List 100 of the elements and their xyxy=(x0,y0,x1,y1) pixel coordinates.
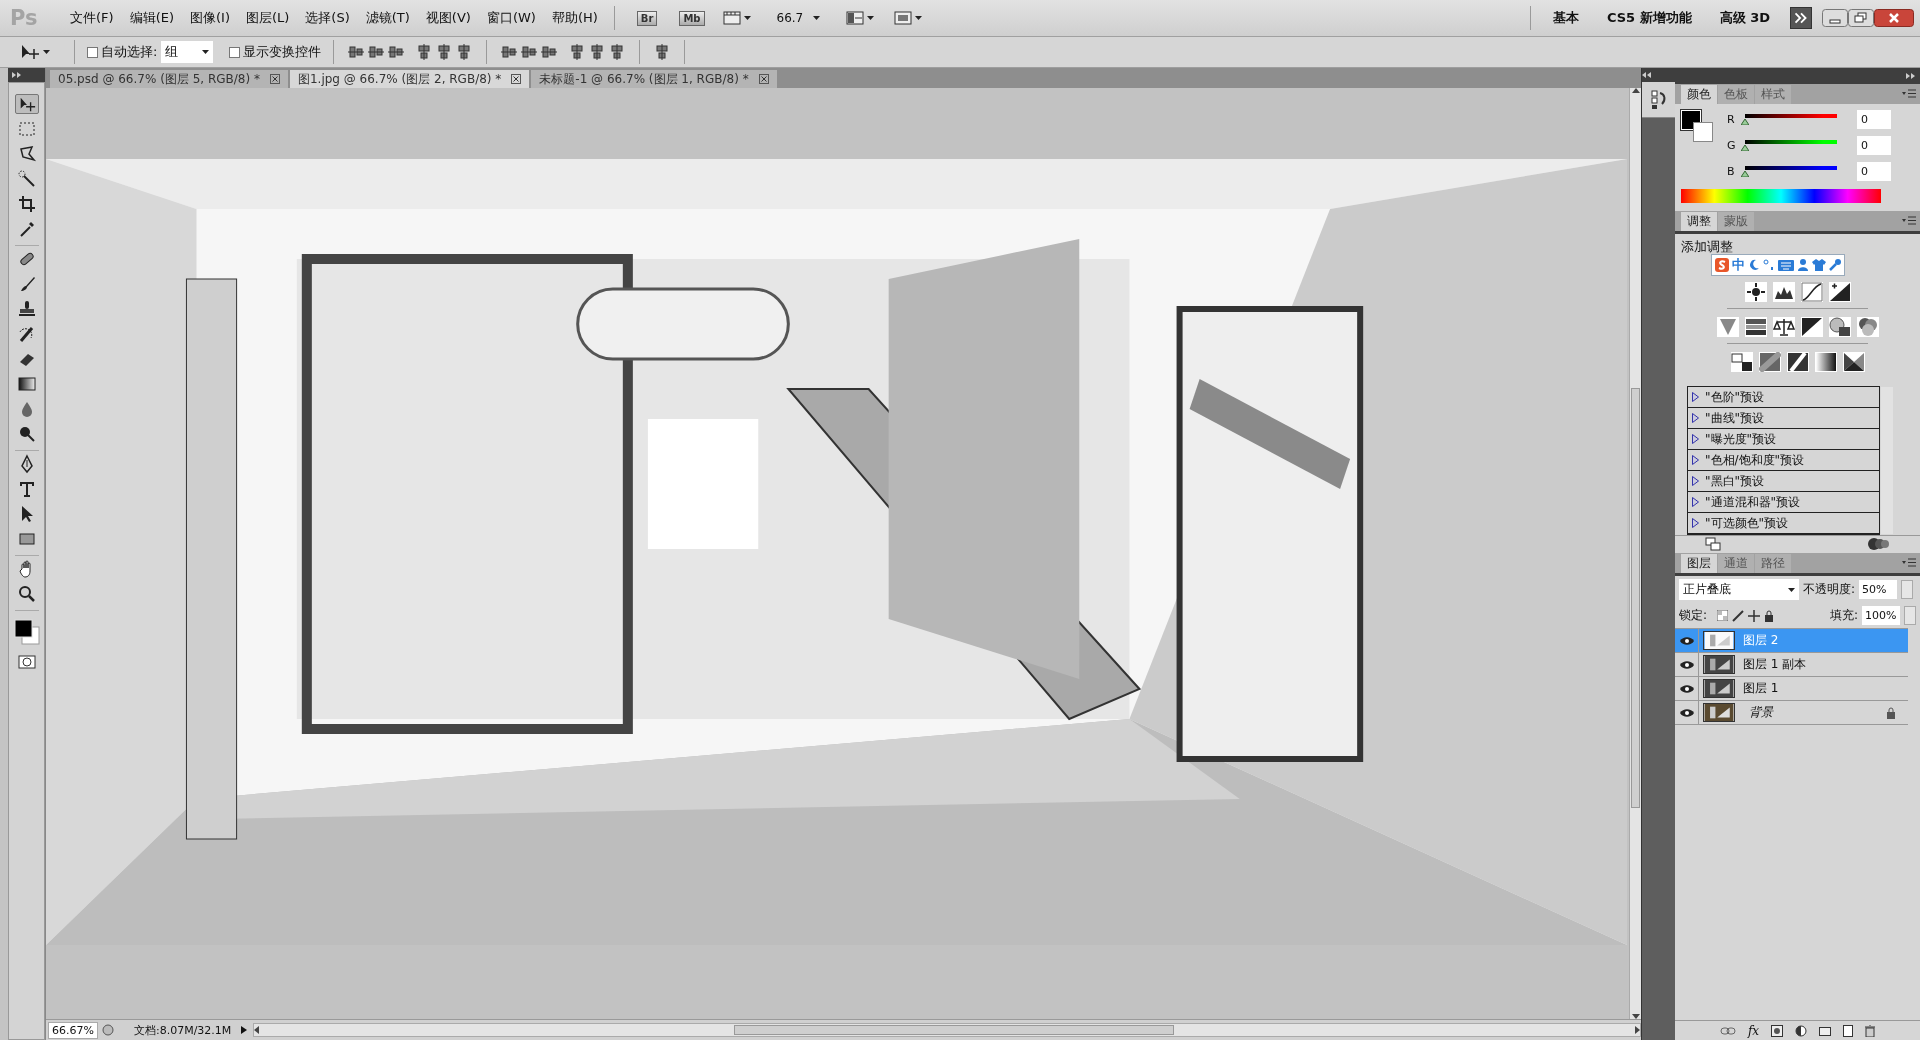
histogram-icon[interactable] xyxy=(1772,282,1795,302)
posterize-icon[interactable] xyxy=(1758,352,1781,372)
expand-triangle-icon[interactable] xyxy=(1692,476,1699,486)
person-icon[interactable] xyxy=(1797,259,1809,271)
panel-tab[interactable]: 调整 xyxy=(1681,212,1717,231)
minimize-icon[interactable] xyxy=(1822,9,1848,27)
menu-item[interactable]: 窗口(W) xyxy=(478,9,544,27)
panel-tab[interactable]: 路径 xyxy=(1755,554,1791,573)
restore-icon[interactable] xyxy=(1848,9,1874,27)
align-icon[interactable] xyxy=(521,44,538,60)
expand-icon[interactable] xyxy=(1906,73,1916,79)
layer-row[interactable]: 背景 xyxy=(1675,701,1908,725)
zoom-field[interactable]: 66.67% xyxy=(48,1021,98,1039)
align-icon[interactable] xyxy=(368,44,385,60)
expand-triangle-icon[interactable] xyxy=(1692,518,1699,528)
link-icon[interactable] xyxy=(1719,1026,1736,1035)
panel-menu-icon[interactable] xyxy=(1902,89,1916,98)
wrench-icon[interactable] xyxy=(1829,259,1841,271)
menu-item[interactable]: 视图(V) xyxy=(417,9,479,27)
document-tab[interactable]: 图1.jpg @ 66.7% (图层 2, RGB/8) * xyxy=(289,70,530,88)
scrollbar[interactable] xyxy=(1881,387,1893,534)
close-icon[interactable] xyxy=(269,74,280,84)
eye-icon[interactable] xyxy=(1679,659,1694,670)
align-icon[interactable] xyxy=(589,44,606,60)
caret-icon[interactable] xyxy=(813,16,821,20)
triangle-icon[interactable] xyxy=(1716,317,1739,337)
s-logo-icon[interactable] xyxy=(1715,258,1729,272)
value-field[interactable]: 0 xyxy=(1857,162,1891,181)
eye-icon[interactable] xyxy=(1679,635,1694,646)
panel-tab[interactable]: 颜色 xyxy=(1681,85,1717,104)
preset-item[interactable]: "曲线"预设 xyxy=(1705,409,1765,427)
mini-bridge-button[interactable]: Mb xyxy=(679,10,705,26)
quick-mask-icon[interactable] xyxy=(17,655,36,669)
vertical-scrollbar[interactable] xyxy=(1629,88,1641,1019)
fill-field[interactable]: 100% xyxy=(1862,606,1900,625)
menu-item[interactable]: 图像(I) xyxy=(182,9,238,27)
visibility-circles-icon[interactable] xyxy=(1868,536,1890,551)
panel-menu-icon[interactable] xyxy=(1902,558,1916,567)
trash-icon[interactable] xyxy=(1865,1024,1876,1037)
align-icon[interactable] xyxy=(388,44,405,60)
balance-scale-icon[interactable] xyxy=(1772,317,1795,337)
menu-item[interactable]: 文件(F) xyxy=(62,9,122,27)
exposure-icon[interactable] xyxy=(1828,282,1851,302)
document-tab[interactable]: 未标题-1 @ 66.7% (图层 1, RGB/8) * xyxy=(531,70,777,88)
checkerboard-icon[interactable] xyxy=(1717,610,1729,621)
lock-icon[interactable] xyxy=(1764,609,1775,622)
screen-mode-icon[interactable] xyxy=(894,11,913,25)
clip-icon[interactable] xyxy=(1705,536,1721,551)
keyboard-icon[interactable] xyxy=(1778,259,1794,271)
menu-item[interactable]: 图层(L) xyxy=(237,9,298,27)
history-icon[interactable] xyxy=(1650,89,1667,110)
workspace-button[interactable]: 高级 3D xyxy=(1705,9,1784,27)
checkbox[interactable] xyxy=(229,46,241,58)
brightness-icon[interactable] xyxy=(1744,282,1767,302)
value-field[interactable]: 0 xyxy=(1857,136,1891,155)
slider-track[interactable] xyxy=(1745,114,1837,118)
slider-thumb[interactable] xyxy=(1741,119,1749,125)
menu-item[interactable]: 帮助(H) xyxy=(543,9,606,27)
expand-triangle-icon[interactable] xyxy=(1692,434,1699,444)
color-swatches-icon[interactable] xyxy=(13,619,40,645)
caret-icon[interactable] xyxy=(743,16,751,20)
folder-icon[interactable] xyxy=(1819,1025,1832,1036)
double-chevron-icon[interactable] xyxy=(1790,7,1812,29)
align-icon[interactable] xyxy=(569,44,586,60)
menu-item[interactable]: 选择(S) xyxy=(297,9,358,27)
align-icon[interactable] xyxy=(609,44,626,60)
photo-filter-icon[interactable] xyxy=(1828,317,1851,337)
workspace-button[interactable]: 基本 xyxy=(1538,9,1593,27)
hue-bars-icon[interactable] xyxy=(1744,317,1767,337)
panel-tab[interactable]: 蒙版 xyxy=(1718,212,1754,231)
expand-triangle-icon[interactable] xyxy=(1692,413,1699,423)
panel-menu-icon[interactable] xyxy=(1902,216,1916,225)
panel-tab[interactable]: 样式 xyxy=(1755,85,1791,104)
align-icon[interactable] xyxy=(456,44,473,60)
expand-icon[interactable] xyxy=(12,72,22,78)
scroll-left-icon[interactable] xyxy=(254,1026,260,1034)
bridge-button[interactable]: Br xyxy=(636,10,658,26)
expand-triangle-icon[interactable] xyxy=(1692,455,1699,465)
view-extras-icon[interactable] xyxy=(722,11,741,25)
align-icon[interactable] xyxy=(348,44,365,60)
workspace-button[interactable]: CS5 新增功能 xyxy=(1592,9,1706,27)
close-icon[interactable] xyxy=(1874,9,1914,27)
curves-icon[interactable] xyxy=(1800,282,1823,302)
layer-row[interactable]: 图层 1 xyxy=(1675,677,1908,701)
punctuation-icon[interactable] xyxy=(1763,259,1775,271)
arrange-documents-icon[interactable] xyxy=(846,11,865,25)
adjustment-layer-icon[interactable] xyxy=(1795,1024,1808,1037)
preset-item[interactable]: "通道混和器"预设 xyxy=(1705,493,1801,511)
eye-icon[interactable] xyxy=(1679,683,1694,694)
zoom-level[interactable]: 66.7 xyxy=(776,11,804,25)
panel-tab[interactable]: 通道 xyxy=(1718,554,1754,573)
slider-track[interactable] xyxy=(1745,166,1837,170)
select-dropdown[interactable]: 组 xyxy=(161,41,214,63)
threshold-icon[interactable] xyxy=(1786,352,1809,372)
menu-item[interactable]: 滤镜(T) xyxy=(357,9,418,27)
invert-icon[interactable] xyxy=(1730,352,1753,372)
preset-item[interactable]: "曝光度"预设 xyxy=(1705,430,1777,448)
move-arrow-icon[interactable] xyxy=(20,44,40,60)
align-icon[interactable] xyxy=(654,44,671,60)
play-icon[interactable] xyxy=(241,1026,248,1034)
